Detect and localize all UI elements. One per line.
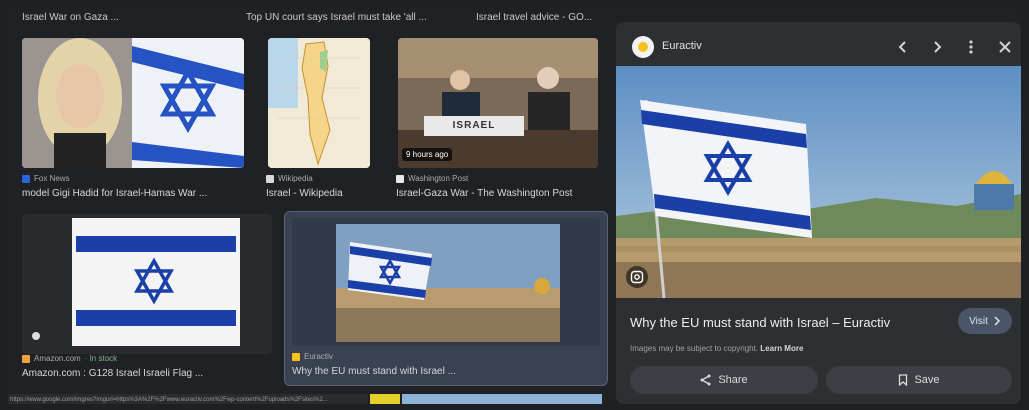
image-preview-panel: Euractiv Why the EU must stand with Isra… [616, 22, 1021, 404]
chevron-left-icon[interactable] [892, 36, 914, 58]
stock-status: · In stock [84, 354, 118, 363]
lens-icon[interactable] [626, 266, 648, 288]
visit-label: Visit [969, 315, 988, 327]
result-thumbnail[interactable] [22, 38, 244, 168]
result-thumbnail[interactable] [22, 214, 272, 354]
result-title[interactable]: model Gigi Hadid for Israel-Hamas War ..… [22, 188, 207, 199]
save-label: Save [914, 374, 940, 386]
share-icon [700, 374, 711, 386]
result-source: Wikipedia [278, 174, 313, 183]
result-title[interactable]: Why the EU must stand with Israel ... [292, 366, 456, 377]
israel-map-image [268, 38, 370, 168]
time-badge: 9 hours ago [402, 148, 453, 161]
result-title[interactable]: Israel-Gaza War - The Washington Post [396, 188, 572, 199]
result-source: Washington Post [408, 174, 469, 183]
israel-placard: ISRAEL [424, 116, 524, 136]
fox-news-favicon [22, 174, 30, 183]
result-thumbnail[interactable] [268, 38, 370, 168]
gigi-hadid-flag-image [22, 38, 244, 168]
panel-site-name[interactable]: Euractiv [662, 40, 702, 52]
jerusalem-flag-image [336, 224, 560, 342]
close-icon[interactable] [994, 36, 1016, 58]
result-thumbnail[interactable] [292, 218, 600, 346]
washington-post-favicon [396, 174, 404, 183]
chevron-right-icon [994, 316, 1000, 326]
result-source: Amazon.com [34, 354, 81, 363]
bookmark-icon [899, 374, 908, 386]
next-row-thumbnail[interactable] [402, 394, 602, 404]
israel-flag-image [72, 218, 240, 346]
amazon-favicon [22, 354, 30, 363]
euractiv-logo [632, 36, 654, 58]
result-caption[interactable]: Israel travel advice - GO... [476, 12, 592, 23]
visit-button[interactable]: Visit [958, 308, 1012, 334]
copyright-text: Images may be subject to copyright. [630, 344, 759, 353]
copyright-notice: Images may be subject to copyright. Lear… [630, 344, 803, 353]
preview-image[interactable] [616, 66, 1021, 298]
result-thumbnail[interactable]: ISRAEL 9 hours ago [398, 38, 598, 168]
learn-more-link[interactable]: Learn More [760, 344, 803, 353]
save-button[interactable]: Save [826, 366, 1012, 394]
result-source: Euractiv [304, 352, 333, 361]
result-source: Fox News [34, 174, 70, 183]
image-results-page: Israel War on Gaza ... Top UN court says… [8, 8, 1021, 404]
jerusalem-flag-large-image [616, 66, 1021, 298]
euractiv-favicon [292, 352, 300, 361]
chevron-right-icon[interactable] [926, 36, 948, 58]
result-title[interactable]: Amazon.com : G128 Israel Israeli Flag ..… [22, 368, 203, 379]
share-button[interactable]: Share [630, 366, 818, 394]
result-title[interactable]: Israel - Wikipedia [266, 188, 343, 199]
panel-title[interactable]: Why the EU must stand with Israel – Eura… [630, 315, 890, 330]
tag-icon [32, 332, 40, 340]
next-row-thumbnail[interactable] [370, 394, 400, 404]
status-bar-url: https://www.google.com/imgres?imgurl=htt… [8, 394, 368, 404]
more-vert-icon[interactable] [960, 36, 982, 58]
wikipedia-favicon [266, 174, 274, 183]
share-label: Share [718, 374, 748, 386]
result-caption[interactable]: Top UN court says Israel must take 'all … [246, 12, 427, 23]
result-caption[interactable]: Israel War on Gaza ... [22, 12, 119, 23]
